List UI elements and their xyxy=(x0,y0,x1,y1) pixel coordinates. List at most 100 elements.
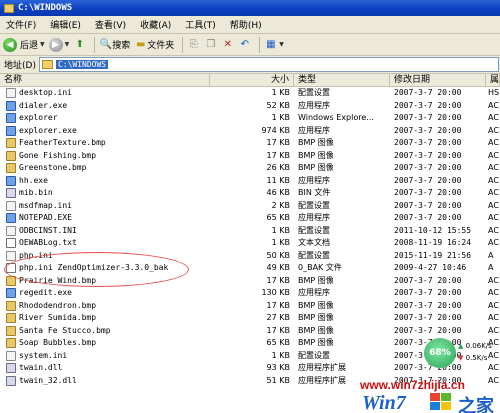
folder-icon xyxy=(4,3,14,13)
column-header: 名称 大小 类型 修改日期 属 xyxy=(0,74,500,87)
menu-view[interactable]: 查看(V) xyxy=(95,18,126,31)
file-size: 27 KB xyxy=(266,313,290,322)
file-type: 0_BAK 文件 xyxy=(298,263,342,272)
menu-tools[interactable]: 工具(T) xyxy=(185,18,216,31)
file-size: 52 KB xyxy=(266,100,290,110)
file-date: 2007-3-7 20:00 xyxy=(394,125,462,135)
views-button[interactable]: ▦ ▼ xyxy=(264,38,284,51)
file-row[interactable]: desktop.ini 1 KB 配置设置 2007-3-7 20:00 HS xyxy=(0,87,500,100)
file-name: regedit.exe xyxy=(19,288,72,297)
chevron-down-icon: ▼ xyxy=(40,41,45,48)
ini-file-icon xyxy=(6,88,16,98)
file-type: BMP 图像 xyxy=(298,338,334,347)
search-label: 搜索 xyxy=(112,41,131,51)
file-row[interactable]: msdfmap.ini 2 KB 配置设置 2007-3-7 20:00 AC xyxy=(0,200,500,213)
file-date: 2015-11-19 21:56 xyxy=(394,250,472,260)
file-date: 2007-3-7 20:00 xyxy=(394,113,462,122)
file-row[interactable]: hh.exe 11 KB 应用程序 2007-3-7 20:00 AC xyxy=(0,175,500,188)
file-row[interactable]: Santa Fe Stucco.bmp 17 KB BMP 图像 2007-3-7 2… xyxy=(0,325,500,338)
file-attributes: HS xyxy=(488,88,500,97)
file-name: desktop.ini xyxy=(19,88,72,97)
folder-icon xyxy=(41,60,53,69)
delete-button[interactable]: ✕ xyxy=(221,38,234,51)
search-button[interactable]: 🔍 搜索 xyxy=(99,38,131,51)
file-type: BMP 图像 xyxy=(298,138,334,147)
file-row[interactable]: FeatherTexture.bmp 17 KB BMP 图像 2007-3-7 20… xyxy=(0,137,500,150)
file-row[interactable]: ODBCINST.INI 1 KB 配置设置 2011-10-12 15:55 AC xyxy=(0,225,500,238)
column-type[interactable]: 类型 xyxy=(294,74,390,87)
forward-button[interactable]: ▶ ▼ xyxy=(48,37,69,52)
file-name: twain.dll xyxy=(19,363,63,372)
application-icon xyxy=(6,213,16,223)
file-date: 2007-3-7 20:00 xyxy=(394,313,462,322)
toolbar-separator xyxy=(259,36,261,53)
file-row[interactable]: explorer.exe 974 KB 应用程序 2007-3-7 20:00 AC xyxy=(0,125,500,138)
menu-help[interactable]: 帮助(H) xyxy=(230,18,262,31)
file-attributes: AC xyxy=(488,138,499,147)
file-row[interactable]: explorer 1 KB Windows Explore... 2007-3-7 2… xyxy=(0,112,500,125)
upload-rate: 0.06K/s xyxy=(465,342,492,350)
column-size[interactable]: 大小 xyxy=(210,74,294,87)
file-size: 26 KB xyxy=(266,163,290,172)
column-attributes[interactable]: 属 xyxy=(486,74,500,87)
file-attributes: AC xyxy=(488,113,499,122)
column-name[interactable]: 名称 xyxy=(0,74,210,87)
toolbar: ◀ 后退 ▼ ▶ ▼ ⬆ 🔍 搜索 ▬ 文件夹 ⎘ ❐ ✕ ↶ ▦ ▼ xyxy=(0,34,500,56)
file-size: 17 KB xyxy=(266,275,290,285)
menu-file[interactable]: 文件(F) xyxy=(6,18,36,31)
file-date: 2007-3-7 20:00 xyxy=(394,288,462,297)
file-date: 2011-10-12 15:55 xyxy=(394,225,472,235)
copy-to-button[interactable]: ❐ xyxy=(204,38,217,51)
file-name: explorer.exe xyxy=(19,125,77,135)
file-name: OEWABLog.txt xyxy=(19,238,77,247)
file-type: BMP 图像 xyxy=(298,313,334,322)
file-name: Soap Bubbles.bmp xyxy=(19,338,97,347)
file-size: 93 KB xyxy=(266,363,290,372)
move-to-button[interactable]: ⎘ xyxy=(187,38,200,51)
file-row[interactable]: dialer.exe 52 KB 应用程序 2007-3-7 20:00 AC xyxy=(0,100,500,113)
file-row[interactable]: Gone Fishing.bmp 17 KB BMP 图像 2007-3-7 20:0… xyxy=(0,150,500,163)
file-date: 2007-3-7 20:00 xyxy=(394,325,462,335)
file-size: 1 KB xyxy=(271,225,290,235)
watermark-chinese-text: 之家 xyxy=(458,396,494,413)
address-path: C:\WINDOWS xyxy=(55,60,109,69)
file-row[interactable]: mib.bin 46 KB BIN 文件 2007-3-7 20:00 AC xyxy=(0,187,500,200)
folders-button[interactable]: ▬ 文件夹 xyxy=(134,38,174,51)
file-date: 2007-3-7 20:00 xyxy=(394,188,462,197)
file-name: hh.exe xyxy=(19,175,48,185)
file-row[interactable]: River Sumida.bmp 27 KB BMP 图像 2007-3-7 20:0… xyxy=(0,312,500,325)
file-type: 配置设置 xyxy=(298,200,330,210)
address-input[interactable]: C:\WINDOWS xyxy=(38,57,499,72)
file-name: Santa Fe Stucco.bmp xyxy=(19,325,111,335)
up-folder-button[interactable]: ⬆ xyxy=(73,38,86,51)
file-name: msdfmap.ini xyxy=(19,200,72,210)
file-attributes: AC xyxy=(488,188,499,197)
up-folder-icon: ⬆ xyxy=(75,39,84,50)
file-type: BMP 图像 xyxy=(298,325,334,335)
file-size: 1 KB xyxy=(271,113,290,122)
menu-bar: 文件(F) 编辑(E) 查看(V) 收藏(A) 工具(T) 帮助(H) xyxy=(0,16,500,34)
download-rate: 0.5K/s xyxy=(465,354,488,362)
delete-icon: ✕ xyxy=(223,39,232,50)
file-row[interactable]: OEWABLog.txt 1 KB 文本文档 2008-11-19 16:24 AC xyxy=(0,237,500,250)
file-row[interactable]: regedit.exe 130 KB 应用程序 2007-3-7 20:00 AC xyxy=(0,287,500,300)
annotation-circle xyxy=(4,252,189,287)
watermark-logo-text: Win7 xyxy=(362,392,406,413)
undo-button[interactable]: ↶ xyxy=(238,38,251,51)
file-attributes: AC xyxy=(488,288,499,297)
menu-favorites[interactable]: 收藏(A) xyxy=(140,18,171,31)
back-button[interactable]: ◀ 后退 ▼ xyxy=(3,37,45,52)
file-row[interactable]: Greenstone.bmp 26 KB BMP 图像 2007-3-7 20:00 A… xyxy=(0,162,500,175)
file-size: 1 KB xyxy=(271,88,290,97)
file-size: 49 KB xyxy=(266,263,290,272)
file-type: 应用程序 xyxy=(298,288,330,297)
menu-edit[interactable]: 编辑(E) xyxy=(50,18,81,31)
file-row[interactable]: NOTEPAD.EXE 65 KB 应用程序 2007-3-7 20:00 AC xyxy=(0,212,500,225)
file-row[interactable]: Rhododendron.bmp 17 KB BMP 图像 2007-3-7 20:0… xyxy=(0,300,500,313)
title-bar: C:\WINDOWS xyxy=(0,0,500,16)
chevron-down-icon: ▼ xyxy=(279,41,284,48)
folders-icon: ▬ xyxy=(136,39,146,50)
file-attributes: AC xyxy=(488,100,499,110)
download-arrow-icon: ▼ xyxy=(458,354,464,362)
column-date[interactable]: 修改日期 xyxy=(390,74,486,87)
